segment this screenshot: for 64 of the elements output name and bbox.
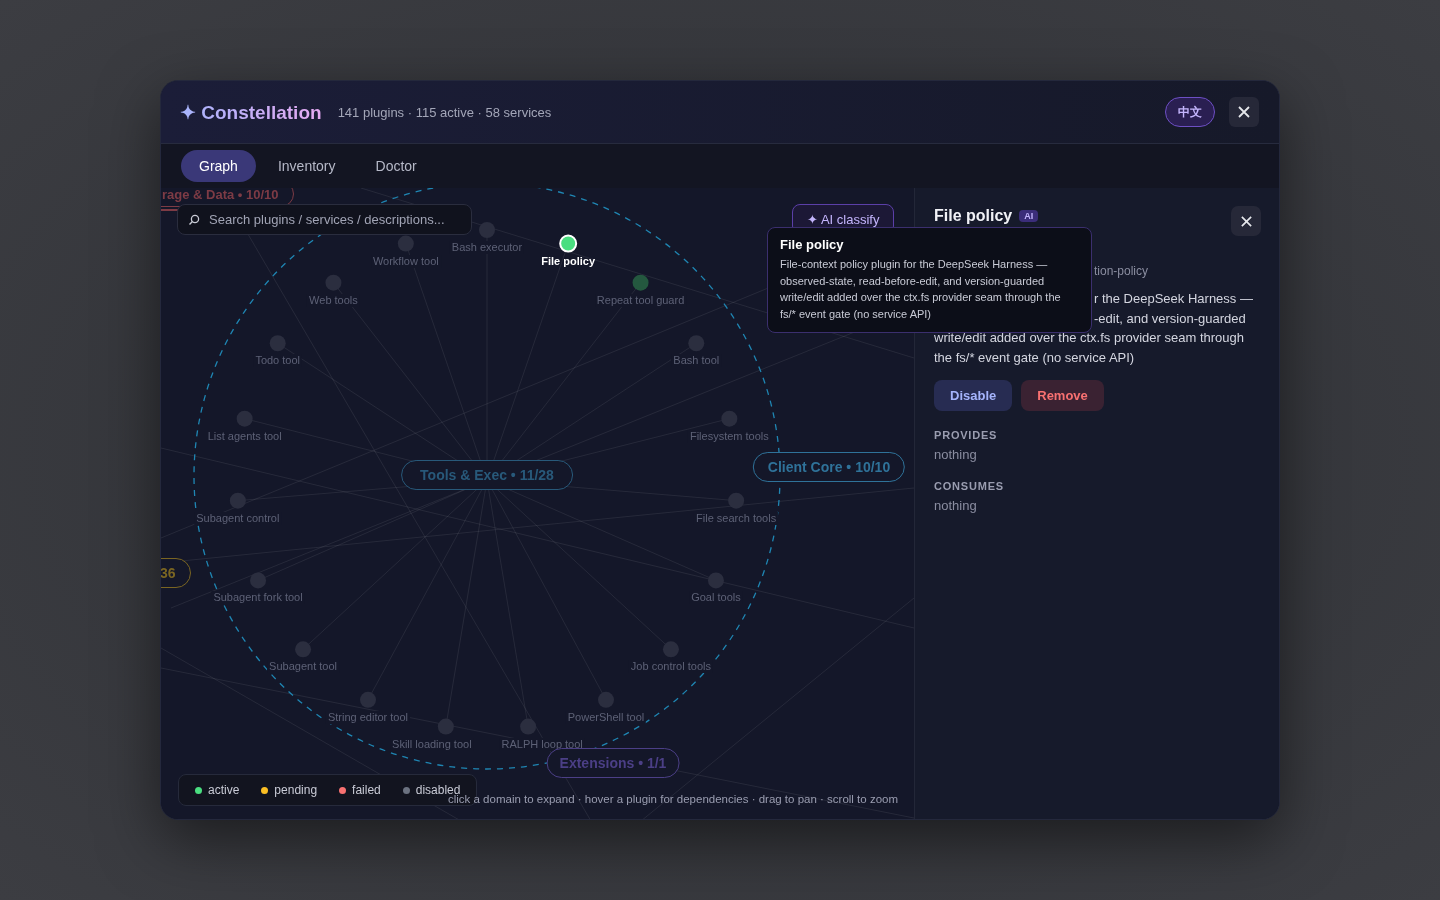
plugin-node[interactable] (688, 335, 705, 352)
section-heading: PROVIDES (934, 429, 999, 441)
plugin-node[interactable] (721, 410, 738, 427)
plugin-node[interactable] (598, 691, 614, 708)
plugin-node[interactable] (662, 641, 679, 658)
ai-badge: AI (1019, 210, 1039, 222)
plugin-label: String editor tool (325, 710, 411, 724)
section-value: nothing (934, 447, 978, 462)
tab[interactable]: Inventory (259, 150, 354, 182)
plugin-node[interactable] (728, 492, 745, 509)
legend-label: failed (352, 783, 381, 797)
plugin-label: Web tools (307, 293, 360, 307)
legend-label: active (208, 783, 240, 797)
remove-button[interactable]: Remove (1021, 380, 1104, 411)
tab[interactable]: Graph (181, 150, 256, 182)
plugin-label: Job control tools (628, 660, 713, 674)
search-field[interactable]: Search plugins / services / descriptions... (177, 204, 472, 235)
description-line: r the DeepSeek Harness — (1094, 290, 1254, 308)
plugin-label: Filesystem tools (687, 429, 771, 443)
plugin-stats: 141 plugins · 115 active · 58 services (337, 104, 552, 120)
close-button[interactable] (1231, 206, 1261, 236)
section-value: nothing (934, 498, 978, 513)
tab[interactable]: Doctor (357, 150, 435, 182)
language-button[interactable]: 中文 (1165, 97, 1215, 127)
plugin-node[interactable] (295, 641, 312, 658)
plugin-label: PowerShell tool (565, 710, 647, 724)
plugin-node[interactable] (437, 718, 454, 735)
plugin-node[interactable] (559, 234, 578, 253)
description-line: the fs/* event gate (no service API) (934, 348, 1136, 367)
close-icon (1237, 105, 1251, 119)
close-icon (1239, 214, 1253, 228)
plugin-label: Bash executor (449, 241, 525, 254)
plugin-node[interactable] (360, 691, 376, 708)
plugin-node[interactable] (236, 410, 253, 427)
plugin-node[interactable] (229, 492, 246, 509)
plugin-label: Skill loading tool (390, 737, 474, 751)
plugin-label: File policy (540, 254, 597, 268)
plugin-node[interactable] (520, 718, 537, 735)
plugin-node[interactable] (397, 235, 414, 252)
tooltip-title: File policy (780, 237, 845, 252)
section-heading: CONSUMES (934, 480, 1005, 492)
plugin-label: List agents tool (205, 429, 284, 443)
plugin-title: File policy (934, 207, 1013, 225)
description-line: -edit, and version-guarded (1094, 309, 1247, 328)
plugin-label: Subagent fork tool (211, 591, 305, 605)
plugin-node[interactable] (707, 572, 724, 589)
plugin-label: Subagent control (194, 511, 282, 525)
plugin-label: RALPH loop tool (499, 737, 585, 751)
plugin-node[interactable] (479, 222, 495, 238)
plugin-label: Workflow tool (370, 254, 441, 268)
tooltip-description: File-context policy plugin for the DeepSeek Harness — observed-state, read-before-edit, and version-guarded write/edit added over the ctx.fs provider seam through the fs/* event gate (no service API) (780, 257, 1062, 322)
plugin-label: Subagent tool (267, 660, 339, 674)
plugin-node[interactable] (632, 274, 649, 291)
plugin-id: tion-policy (1094, 264, 1150, 278)
plugin-label: Repeat tool guard (594, 293, 687, 307)
search-icon (188, 214, 200, 226)
domain-pill[interactable]: Client Core • 10/10 (752, 452, 906, 482)
plugin-node[interactable] (269, 335, 286, 352)
plugin-label: File search tools (694, 511, 779, 525)
description-line: write/edit added over the ctx.fs provider seam through (934, 329, 1245, 347)
close-button[interactable] (1229, 97, 1259, 127)
legend-label: pending (274, 783, 318, 797)
plugin-node[interactable] (325, 274, 342, 291)
disable-button[interactable]: Disable (934, 380, 1013, 411)
